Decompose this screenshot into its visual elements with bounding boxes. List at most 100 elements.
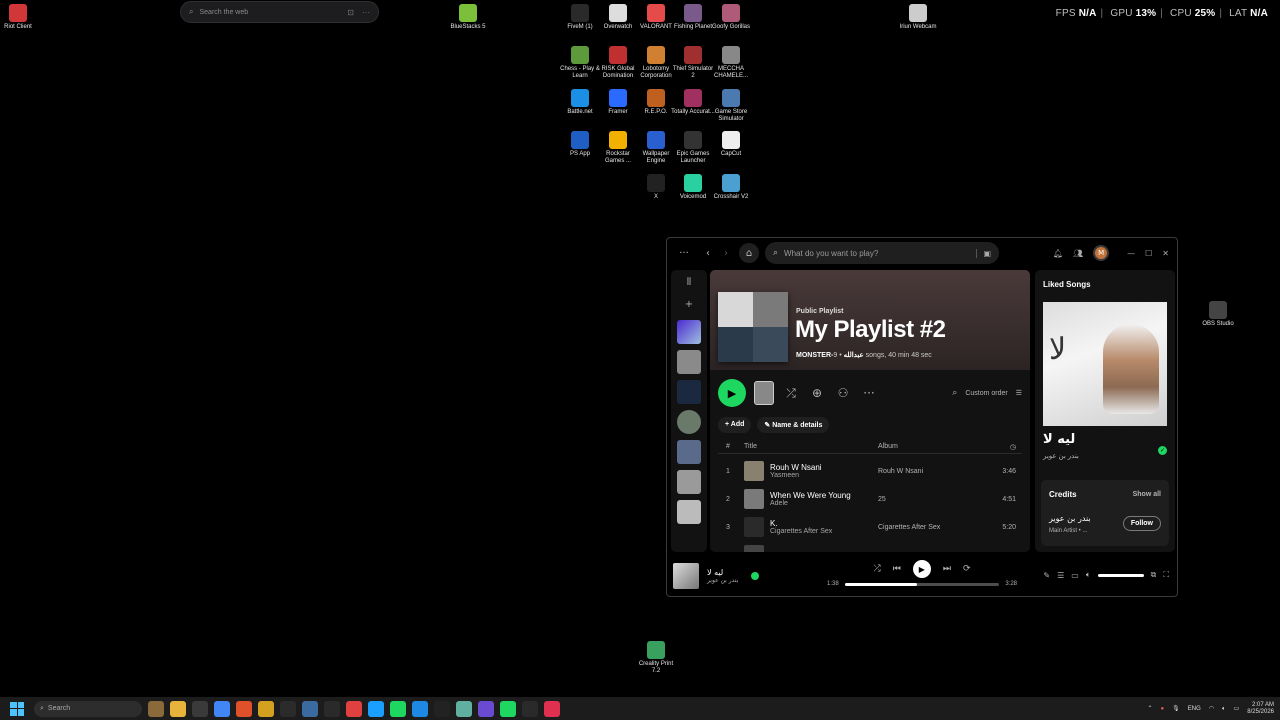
camera-icon[interactable]: ⊡ xyxy=(347,8,354,17)
track-artist[interactable]: Adele xyxy=(770,500,851,507)
library-item-liked[interactable] xyxy=(677,320,701,344)
now-playing-artist[interactable]: بندر بن عوير xyxy=(707,577,747,584)
show-all-link[interactable]: Show all xyxy=(1133,491,1161,498)
taskbar-app-icon[interactable] xyxy=(280,700,296,717)
playlist-owner[interactable]: MONSTER-عبدالله xyxy=(796,352,864,359)
taskbar-app-icon[interactable] xyxy=(324,700,340,717)
taskbar-app-icon[interactable] xyxy=(434,700,450,717)
track-title[interactable]: Sunsetz xyxy=(770,551,799,553)
forward-icon[interactable]: › xyxy=(717,248,735,259)
more-icon[interactable]: ··· xyxy=(362,8,370,17)
library-item[interactable] xyxy=(677,440,701,464)
friends-icon[interactable]: 👥︎ xyxy=(1073,249,1083,258)
queue-icon[interactable]: ☰ xyxy=(1057,571,1064,580)
battery-icon[interactable]: ▭ xyxy=(1234,705,1240,712)
play-pause-button[interactable]: ▶ xyxy=(912,560,931,578)
close-icon[interactable]: ✕ xyxy=(1162,249,1169,258)
now-playing-art[interactable] xyxy=(673,563,699,589)
table-row[interactable]: 2 When We Were Young Adele 25 4:51 xyxy=(718,486,1022,512)
next-icon[interactable]: ⏭ xyxy=(943,564,951,574)
play-button[interactable]: ▶ xyxy=(718,379,746,407)
liked-check-icon[interactable]: ✓ xyxy=(1158,446,1167,455)
invite-collaborator-icon[interactable]: ⚇ xyxy=(834,386,852,400)
lyrics-icon[interactable]: ✎ xyxy=(1043,571,1050,580)
desktop-icon[interactable]: Goofy Gorillas xyxy=(709,4,753,31)
panel-header[interactable]: Liked Songs xyxy=(1043,280,1091,289)
library-item[interactable] xyxy=(677,470,701,494)
taskbar-app-icon[interactable] xyxy=(236,700,252,717)
taskbar-app-icon[interactable] xyxy=(192,700,208,717)
volume-slider[interactable] xyxy=(1097,573,1144,577)
add-icon[interactable]: + xyxy=(671,296,707,314)
miniplayer-icon[interactable]: ⧉ xyxy=(1151,570,1157,580)
library-item[interactable] xyxy=(677,500,701,524)
volume-icon[interactable]: 🔈︎ xyxy=(1086,570,1091,580)
desktop-icon[interactable]: Crosshair V2 xyxy=(709,174,753,201)
taskbar-app-icon[interactable] xyxy=(148,700,164,717)
library-icon[interactable]: ⫴ xyxy=(671,274,707,292)
track-artist[interactable]: Cigarettes After Sex xyxy=(770,528,832,535)
taskbar-app-icon[interactable] xyxy=(302,700,318,717)
now-playing-title[interactable]: ليه لا xyxy=(707,568,747,577)
desktop-icon[interactable]: BlueStacks 5 xyxy=(446,4,490,31)
tray-app-icon[interactable]: ● xyxy=(1161,706,1165,712)
shuffle-icon[interactable]: ⤮ xyxy=(782,386,800,401)
more-options-icon[interactable]: ··· xyxy=(860,386,878,400)
table-row[interactable]: Sunsetz xyxy=(718,542,1022,552)
devices-icon[interactable]: ▭ xyxy=(1071,571,1079,580)
desktop-icon[interactable]: MECCHA CHAMELE... xyxy=(709,46,753,80)
taskbar-app-icon[interactable] xyxy=(456,700,472,717)
list-view-icon[interactable]: ☰ xyxy=(1016,389,1022,397)
maximize-icon[interactable]: ☐ xyxy=(1145,249,1152,258)
taskbar-app-icon[interactable] xyxy=(368,700,384,717)
spotify-search-input[interactable]: ⌕ What do you want to play? ▣ xyxy=(765,242,999,264)
taskbar-app-icon[interactable] xyxy=(412,700,428,717)
desktop-icon[interactable]: Riot Client xyxy=(0,4,40,31)
liked-check-icon[interactable] xyxy=(751,572,759,580)
preview-thumbnail[interactable] xyxy=(754,381,774,405)
track-artist[interactable]: Yasmeen xyxy=(770,472,822,479)
track-album[interactable]: Cigarettes After Sex xyxy=(878,524,988,531)
track-title[interactable]: K. xyxy=(770,519,832,528)
name-details-button[interactable]: ✎ Name & details xyxy=(757,417,830,433)
credit-name[interactable]: بندر بن عوير xyxy=(1049,514,1091,523)
back-icon[interactable]: ‹ xyxy=(699,248,717,259)
desktop-icon[interactable]: Game Store Simulator xyxy=(709,89,753,123)
menu-icon[interactable]: ··· xyxy=(675,248,693,259)
language-indicator[interactable]: ENG xyxy=(1188,706,1201,712)
wifi-icon[interactable]: ◠ xyxy=(1209,705,1214,712)
taskbar-search[interactable]: ⌕ Search xyxy=(34,700,142,717)
desktop-icon[interactable]: CapCut xyxy=(709,131,753,158)
download-icon[interactable]: ⊕ xyxy=(808,386,826,400)
microphone-icon[interactable]: 🎙︎ xyxy=(1172,705,1180,712)
previous-icon[interactable]: ⏮ xyxy=(893,564,901,574)
library-item[interactable] xyxy=(677,350,701,374)
add-button[interactable]: + Add xyxy=(718,417,752,433)
taskbar-app-icon[interactable] xyxy=(544,700,560,717)
track-album[interactable]: Rouh W Nsani xyxy=(878,468,988,475)
home-icon[interactable]: ⌂ xyxy=(739,243,759,263)
web-search-bar[interactable]: ⌕ Search the web ⊡ ··· xyxy=(180,1,379,23)
notifications-icon[interactable]: 🔔︎ xyxy=(1053,249,1063,258)
windows-start-icon[interactable] xyxy=(10,701,24,716)
track-album[interactable]: 25 xyxy=(878,496,988,503)
taskbar-app-icon[interactable] xyxy=(258,700,274,717)
desktop-icon[interactable]: Iriun Webcam xyxy=(896,4,940,31)
col-title[interactable]: Title xyxy=(738,443,878,450)
progress-bar[interactable] xyxy=(844,582,1000,586)
table-row[interactable]: 1 Rouh W Nsani Yasmeen Rouh W Nsani 3:46 xyxy=(718,458,1022,484)
taskbar-app-icon[interactable] xyxy=(522,700,538,717)
taskbar-app-icon[interactable] xyxy=(346,700,362,717)
repeat-icon[interactable]: ⟳ xyxy=(963,564,971,574)
chevron-up-icon[interactable]: ⌃ xyxy=(1147,705,1152,712)
fullscreen-icon[interactable]: ⛶ xyxy=(1163,570,1169,580)
taskbar-app-icon[interactable] xyxy=(390,700,406,717)
speaker-icon[interactable]: 🔈︎ xyxy=(1222,705,1226,713)
library-item[interactable] xyxy=(677,410,701,434)
minimize-icon[interactable]: — xyxy=(1127,249,1135,258)
shuffle-icon[interactable]: ⤮ xyxy=(874,564,881,574)
track-title[interactable]: When We Were Young xyxy=(770,491,851,500)
avatar[interactable]: M xyxy=(1093,245,1110,261)
browse-icon[interactable]: ▣ xyxy=(976,248,991,258)
col-album[interactable]: Album xyxy=(878,443,988,450)
